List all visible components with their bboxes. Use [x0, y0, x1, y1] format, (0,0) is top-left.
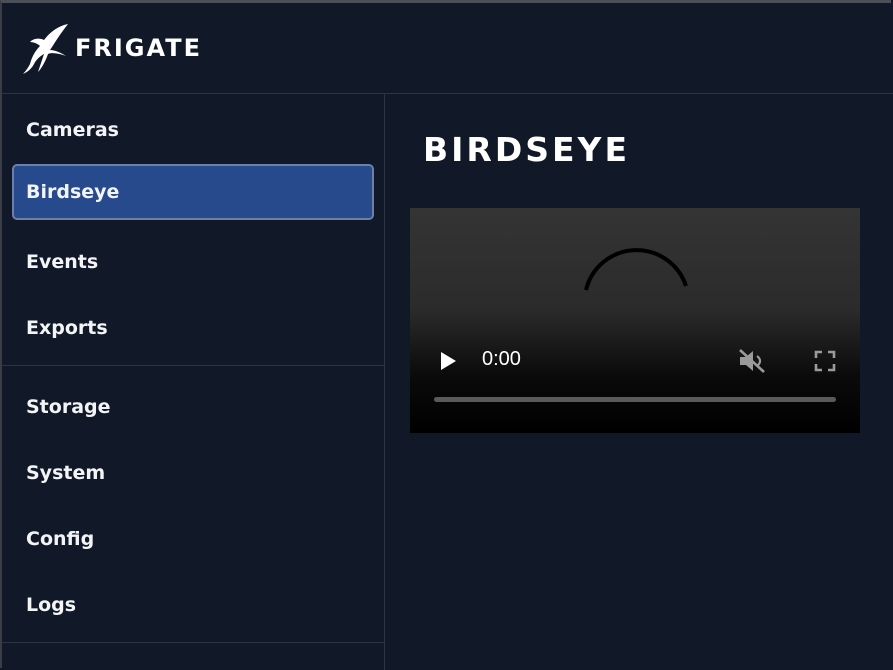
sidebar: Cameras Birdseye Events Exports Storage … [0, 94, 385, 670]
sidebar-item-exports[interactable]: Exports [12, 300, 374, 356]
sidebar-item-system[interactable]: System [12, 445, 374, 501]
video-time: 0:00 [482, 348, 521, 370]
loading-spinner-icon [584, 248, 688, 291]
brand-name: FRIGATE [75, 34, 202, 62]
sidebar-divider [0, 642, 385, 643]
sidebar-item-events[interactable]: Events [12, 234, 374, 290]
sidebar-divider [0, 365, 385, 366]
sidebar-item-logs[interactable]: Logs [12, 577, 374, 633]
play-icon[interactable] [439, 351, 457, 371]
sidebar-item-cameras[interactable]: Cameras [12, 102, 374, 158]
header: FRIGATE [0, 0, 893, 94]
sidebar-item-config[interactable]: Config [12, 511, 374, 567]
main-content: BIRDSEYE 0:00 [386, 94, 893, 670]
sidebar-item-storage[interactable]: Storage [12, 379, 374, 435]
sidebar-item-birdseye[interactable]: Birdseye [12, 164, 374, 220]
muted-speaker-icon[interactable] [737, 347, 767, 375]
frigate-bird-logo-icon[interactable] [20, 20, 70, 76]
video-player[interactable]: 0:00 [410, 208, 860, 433]
video-progress-bar[interactable] [434, 397, 836, 402]
page-title: BIRDSEYE [423, 130, 630, 169]
fullscreen-icon[interactable] [814, 350, 836, 372]
